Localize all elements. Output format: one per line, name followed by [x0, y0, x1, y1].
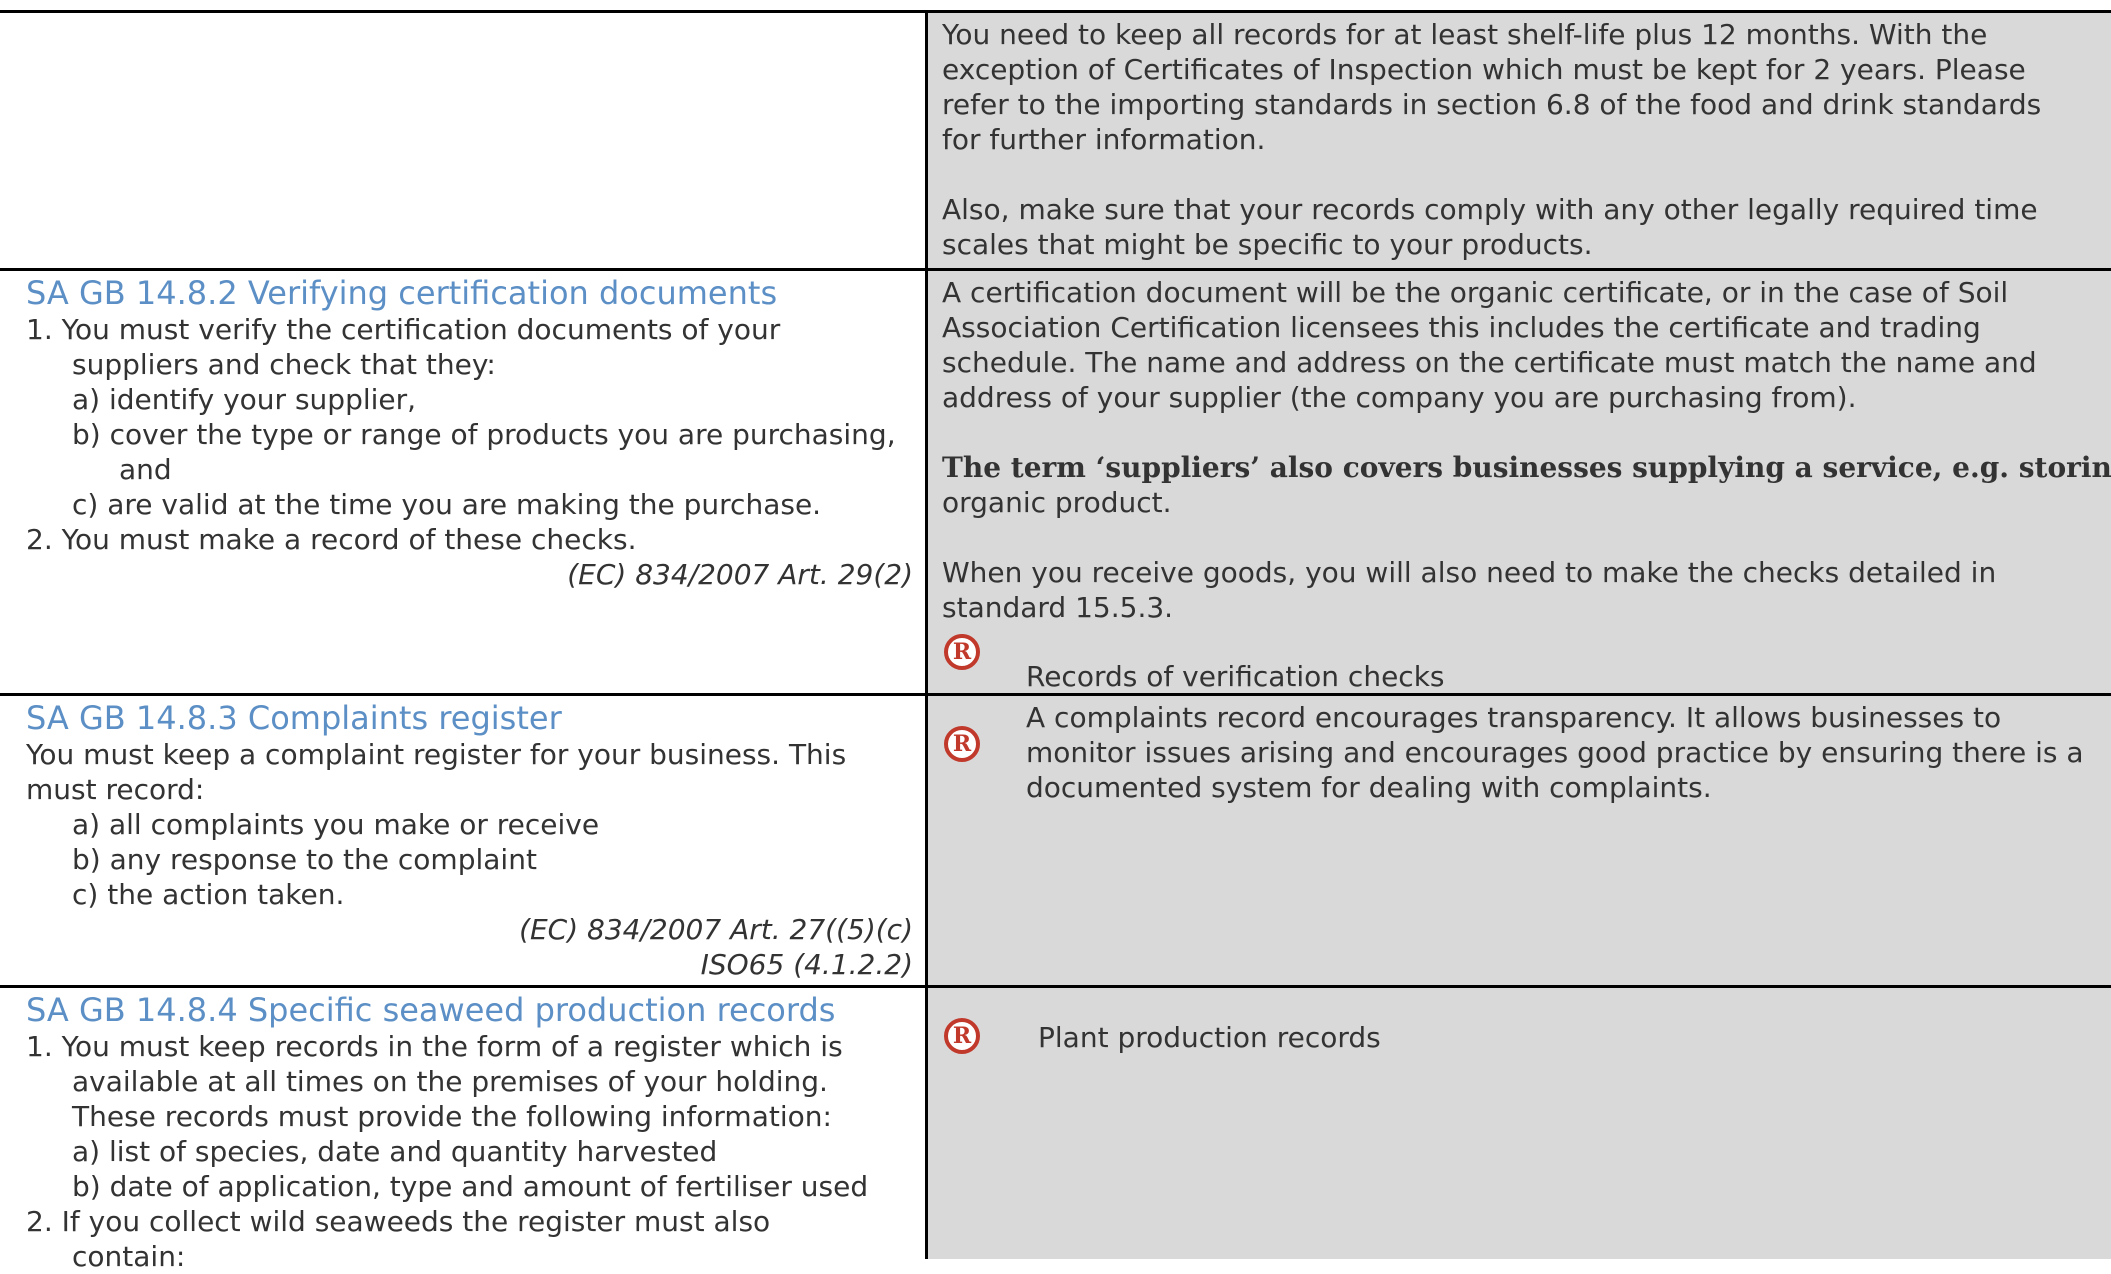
record-label: Records of verification checks [1026, 660, 1445, 693]
list-item: 2. You must make a record of these check… [26, 523, 637, 556]
standard-cell: SA GB 14.8.3 Complaints register You mus… [0, 696, 925, 985]
guidance-cell: R Plant production records [925, 988, 2111, 1259]
legal-reference: (EC) 834/2007 Art. 27((5)(c) [519, 913, 913, 946]
guidance-text: You need to keep all records for at leas… [942, 18, 1988, 51]
list-item: 2. If you collect wild seaweeds the regi… [26, 1205, 771, 1238]
record-label: Plant production records [1038, 1021, 1381, 1054]
record-icon: R [944, 634, 980, 670]
row-seaweed-records: SA GB 14.8.4 Specific seaweed production… [0, 985, 2111, 1273]
guidance-text: address of your supplier (the company yo… [942, 381, 1857, 414]
guidance-bold-text: The term ‘suppliers’ also covers busines… [942, 451, 2111, 484]
list-item: a) all complaints you make or receive [72, 808, 600, 841]
list-item: must record: [26, 773, 205, 806]
legal-reference: ISO65 (4.1.2.2) [700, 948, 913, 981]
guidance-text: A certification document will be the org… [942, 276, 2009, 309]
guidance-text: Also, make sure that your records comply… [942, 193, 2038, 226]
standard-cell-empty [0, 13, 925, 268]
list-item: b) cover the type or range of products y… [72, 418, 896, 451]
standard-heading: SA GB 14.8.2 Verifying certification doc… [26, 274, 778, 312]
list-item: These records must provide the following… [72, 1100, 832, 1133]
guidance-text: standard 15.5.3. [942, 591, 1174, 624]
guidance-text: organic product. [942, 486, 1172, 519]
list-item: and [119, 453, 172, 486]
row-records-retention: You need to keep all records for at leas… [0, 10, 2111, 268]
legal-reference: (EC) 834/2007 Art. 29(2) [567, 558, 913, 591]
row-complaints-register: SA GB 14.8.3 Complaints register You mus… [0, 693, 2111, 985]
guidance-cell: R A complaints record encourages transpa… [925, 696, 2111, 985]
list-item: You must keep a complaint register for y… [26, 738, 847, 771]
record-icon: R [944, 726, 980, 762]
guidance-text: exception of Certificates of Inspection … [942, 53, 2026, 86]
guidance-text: Association Certification licensees this… [942, 311, 1981, 344]
guidance-text: monitor issues arising and encourages go… [1026, 736, 2084, 769]
list-item: suppliers and check that they: [72, 348, 496, 381]
list-item: contain: [72, 1240, 186, 1273]
guidance-text: A complaints record encourages transpare… [1026, 701, 2002, 734]
guidance-text: schedule. The name and address on the ce… [942, 346, 2037, 379]
standards-table: You need to keep all records for at leas… [0, 10, 2111, 1273]
row-verifying-certification: SA GB 14.8.2 Verifying certification doc… [0, 268, 2111, 693]
guidance-text: scales that might be specific to your pr… [942, 228, 1593, 261]
standard-cell: SA GB 14.8.4 Specific seaweed production… [0, 988, 925, 1273]
list-item: a) list of species, date and quantity ha… [72, 1135, 718, 1168]
list-item: 1. You must keep records in the form of … [26, 1030, 843, 1063]
standard-heading: SA GB 14.8.3 Complaints register [26, 699, 562, 737]
list-item: c) the action taken. [72, 878, 345, 911]
record-icon: R [944, 1018, 980, 1054]
standard-heading: SA GB 14.8.4 Specific seaweed production… [26, 991, 836, 1029]
standard-cell: SA GB 14.8.2 Verifying certification doc… [0, 271, 925, 693]
list-item: available at all times on the premises o… [72, 1065, 828, 1098]
list-item: c) are valid at the time you are making … [72, 488, 822, 521]
guidance-text: documented system for dealing with compl… [1026, 771, 1712, 804]
guidance-cell: You need to keep all records for at leas… [925, 13, 2111, 268]
list-item: b) date of application, type and amount … [72, 1170, 869, 1203]
guidance-text: for further information. [942, 123, 1266, 156]
list-item: 1. You must verify the certification doc… [26, 313, 781, 346]
guidance-text: When you receive goods, you will also ne… [942, 556, 1997, 589]
guidance-text: refer to the importing standards in sect… [942, 88, 2042, 121]
list-item: b) any response to the complaint [72, 843, 537, 876]
guidance-cell: A certification document will be the org… [925, 271, 2111, 693]
list-item: a) identify your supplier, [72, 383, 417, 416]
